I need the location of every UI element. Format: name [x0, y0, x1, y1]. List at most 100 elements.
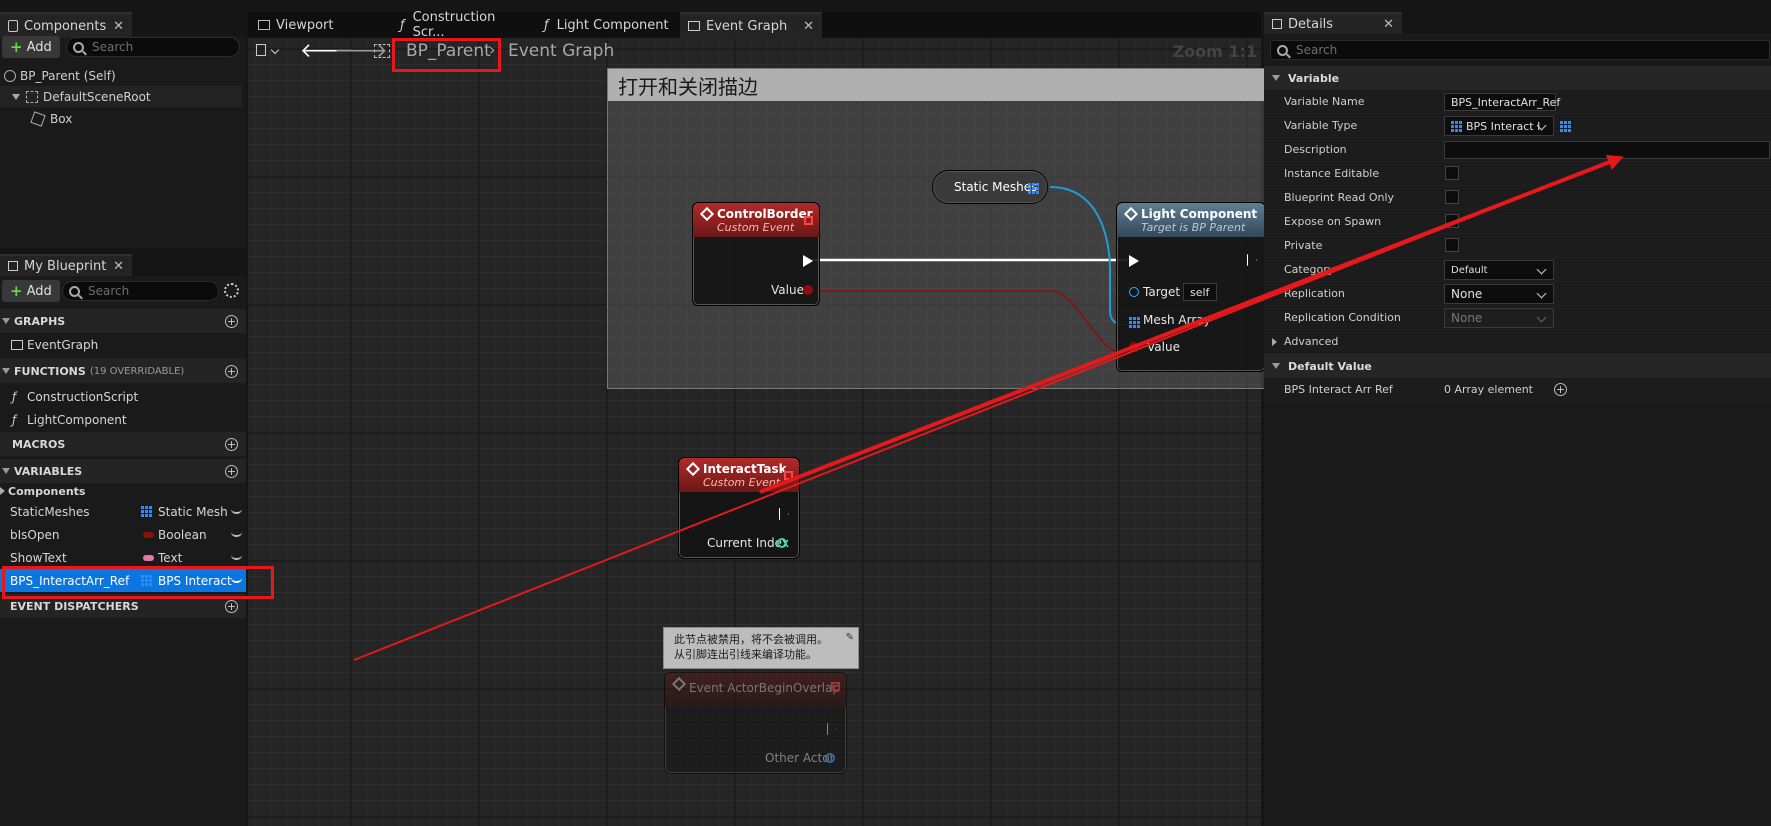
- details-icon: [1272, 19, 1282, 29]
- container-type-icon[interactable]: [1560, 121, 1571, 132]
- components-add-button[interactable]: + Add: [2, 36, 60, 58]
- tab-components[interactable]: Components ✕: [0, 12, 132, 38]
- variable-row-staticmeshes[interactable]: StaticMeshes Static Mesh: [0, 500, 246, 523]
- tree-item-defaultsceneroot[interactable]: DefaultSceneRoot: [0, 86, 242, 107]
- row-replication: Replication None: [1264, 282, 1771, 306]
- expand-arrow-icon: [1272, 337, 1277, 346]
- variable-category-components[interactable]: Components: [0, 481, 246, 501]
- node-light-component[interactable]: Light Component Target is BP Parent Targ…: [1116, 202, 1266, 372]
- bool-input-pin-icon[interactable]: [1129, 342, 1139, 352]
- function-item-constructionscript[interactable]: ƒ ConstructionScript: [0, 385, 246, 408]
- tooltip-line-1: 此节点被禁用，将不会被调用。: [674, 633, 828, 646]
- details-section-variable[interactable]: Variable: [1264, 66, 1771, 90]
- target-default-field[interactable]: self: [1183, 283, 1217, 301]
- tab-my-blueprint[interactable]: My Blueprint ✕: [0, 254, 132, 276]
- row-advanced[interactable]: Advanced: [1264, 330, 1771, 354]
- components-search-input[interactable]: Search: [66, 37, 240, 57]
- section-functions[interactable]: FUNCTIONS (19 OVERRIDABLE) +: [0, 359, 246, 383]
- add-variable-icon[interactable]: +: [225, 464, 238, 478]
- variable-name: StaticMeshes: [10, 504, 90, 519]
- variable-type-dropdown[interactable]: BPS Interact I: [1444, 116, 1554, 136]
- exec-output-pin-icon[interactable]: [803, 255, 813, 267]
- eye-closed-icon[interactable]: [231, 555, 242, 560]
- replication-dropdown[interactable]: None: [1444, 284, 1554, 304]
- function-icon: ƒ: [12, 389, 17, 404]
- text-pill-icon: [143, 554, 154, 561]
- add-macro-icon[interactable]: +: [225, 437, 238, 451]
- tab-construction-script[interactable]: ƒ Construction Scr...: [392, 10, 534, 40]
- bookmark-icon[interactable]: [256, 44, 266, 56]
- close-icon[interactable]: ✕: [113, 19, 124, 34]
- exec-output-hollow-icon[interactable]: [779, 508, 789, 520]
- replication-condition-dropdown[interactable]: None: [1444, 308, 1554, 328]
- eye-closed-icon[interactable]: [231, 509, 242, 514]
- node-event-actorbeginoverlap[interactable]: Event ActorBeginOverlap Other Actor: [664, 672, 847, 774]
- delegate-pin-icon[interactable]: [784, 471, 793, 480]
- details-search-input[interactable]: Search: [1270, 40, 1770, 60]
- object-output-pin-icon[interactable]: [825, 753, 835, 763]
- add-function-icon[interactable]: +: [225, 364, 238, 378]
- section-macros[interactable]: MACROS +: [0, 432, 246, 456]
- close-icon[interactable]: ✕: [803, 19, 814, 34]
- breadcrumb-current: Event Graph: [508, 41, 615, 61]
- delegate-pin-icon[interactable]: [804, 216, 813, 225]
- tab-light-component[interactable]: ƒ Light Component: [536, 12, 678, 38]
- row-category: Category Default: [1264, 258, 1771, 282]
- details-section-default-value[interactable]: Default Value: [1264, 354, 1771, 378]
- array-output-pin-icon[interactable]: [1028, 183, 1039, 194]
- node-static-meshes-getter[interactable]: Static Meshes: [932, 170, 1048, 204]
- event-diamond-icon: [699, 206, 715, 222]
- category-dropdown[interactable]: Default: [1444, 260, 1554, 280]
- gear-icon[interactable]: [224, 283, 239, 298]
- bool-output-pin-icon[interactable]: [803, 285, 813, 295]
- search-icon: [1277, 44, 1288, 56]
- comment-title[interactable]: 打开和关闭描边: [608, 69, 1266, 101]
- variable-name: bIsOpen: [10, 527, 60, 542]
- target-pin-icon[interactable]: [1129, 287, 1139, 297]
- function-item-lightcomponent[interactable]: ƒ LightComponent: [0, 408, 246, 431]
- node-controlborder[interactable]: ControlBorder Custom Event Value: [692, 202, 820, 306]
- eye-closed-icon[interactable]: [231, 532, 242, 537]
- my-blueprint-add-button[interactable]: + Add: [2, 280, 60, 302]
- function-item-label: LightComponent: [27, 412, 127, 427]
- variable-row-bisopen[interactable]: bIsOpen Boolean: [0, 523, 246, 546]
- add-dispatcher-icon[interactable]: +: [225, 599, 238, 613]
- tab-details[interactable]: Details ✕: [1264, 12, 1402, 34]
- section-variables[interactable]: VARIABLES +: [0, 459, 246, 483]
- array-input-pin-icon[interactable]: [1129, 317, 1140, 328]
- add-element-icon[interactable]: +: [1554, 383, 1567, 396]
- tree-item-box[interactable]: Box: [30, 108, 72, 129]
- my-blueprint-search-input[interactable]: Search: [62, 281, 219, 301]
- close-icon[interactable]: ✕: [113, 259, 124, 274]
- variable-type-value: BPS Interact I: [1466, 119, 1541, 133]
- tree-item-label: BP_Parent (Self): [20, 68, 116, 83]
- description-field[interactable]: [1444, 141, 1770, 159]
- tab-label: Light Component: [556, 17, 669, 33]
- instance-editable-checkbox[interactable]: [1445, 166, 1459, 180]
- details-section-label: Variable: [1288, 71, 1340, 85]
- graph-item-eventgraph[interactable]: EventGraph: [0, 333, 246, 356]
- tree-item-self[interactable]: BP_Parent (Self): [4, 65, 116, 86]
- variable-name-field[interactable]: BPS_InteractArr_Ref: [1444, 93, 1560, 111]
- my-blueprint-search-placeholder: Search: [88, 284, 130, 298]
- row-label: Advanced: [1284, 335, 1339, 348]
- int-output-pin-icon[interactable]: [777, 538, 787, 548]
- exec-output-hollow-icon[interactable]: [827, 723, 837, 735]
- close-icon[interactable]: ✕: [1383, 17, 1394, 32]
- exec-input-pin-icon[interactable]: [1129, 255, 1139, 267]
- section-graphs[interactable]: GRAPHS +: [0, 309, 246, 333]
- delegate-pin-icon[interactable]: [831, 682, 840, 691]
- function-icon: ƒ: [12, 412, 17, 427]
- private-checkbox[interactable]: [1445, 238, 1459, 252]
- row-expose-on-spawn: Expose on Spawn: [1264, 210, 1771, 234]
- chevron-down-icon[interactable]: [270, 45, 280, 55]
- pin-note-icon[interactable]: ✎: [846, 630, 854, 645]
- read-only-checkbox[interactable]: [1445, 190, 1459, 204]
- tab-viewport[interactable]: Viewport: [250, 12, 390, 38]
- expose-on-spawn-checkbox[interactable]: [1445, 214, 1459, 228]
- search-icon: [69, 285, 80, 297]
- tab-event-graph[interactable]: Event Graph ✕: [680, 12, 822, 38]
- row-default-value: BPS Interact Arr Ref 0 Array element +: [1264, 378, 1771, 402]
- node-interacttask[interactable]: InteractTask Custom Event Current Index: [678, 457, 800, 559]
- add-graph-icon[interactable]: +: [225, 314, 238, 328]
